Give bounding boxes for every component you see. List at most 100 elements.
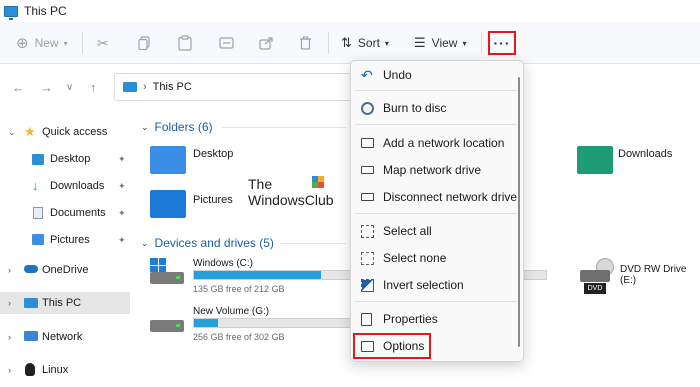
- sidebar-item-label: This PC: [42, 297, 82, 309]
- toolbar-divider: [328, 32, 329, 54]
- sidebar-item-label: Linux: [42, 364, 69, 376]
- view-button[interactable]: ☰ View ▾: [414, 33, 466, 53]
- pin-icon: ✦: [118, 180, 126, 191]
- menu-item-select-none[interactable]: Select none: [351, 246, 521, 270]
- menu-item-map-network-drive[interactable]: Map network drive: [351, 158, 521, 182]
- sidebar-item-onedrive[interactable]: › OneDrive: [0, 259, 130, 281]
- command-bar: ⊕ New ▾ ✂ ⇅ Sort ▾ ☰ View ▾ ···: [0, 22, 700, 64]
- download-arrow-icon: ↓: [32, 178, 39, 193]
- group-divider: [222, 127, 346, 128]
- clipboard-icon: [178, 35, 192, 51]
- sidebar-item-this-pc[interactable]: › This PC: [0, 292, 130, 314]
- menu-item-select-all[interactable]: Select all: [351, 219, 521, 243]
- group-divider: [280, 243, 346, 244]
- drive-label: DVD RW Drive (E:): [620, 264, 687, 286]
- back-arrow-icon[interactable]: ←: [12, 80, 25, 95]
- pictures-icon: [32, 234, 44, 245]
- chevron-right-icon[interactable]: ›: [8, 298, 11, 308]
- sidebar-item-quick-access[interactable]: ⌄ ★ Quick access: [0, 121, 130, 143]
- sidebar-item-label: Desktop: [50, 153, 91, 165]
- chevron-down-icon[interactable]: ⌄: [8, 127, 16, 138]
- delete-button[interactable]: [299, 33, 312, 53]
- sidebar-item-pictures[interactable]: Pictures ✦: [0, 229, 130, 251]
- menu-item-label: Map network drive: [383, 163, 482, 177]
- cut-button[interactable]: ✂: [97, 33, 109, 53]
- menu-item-label: Disconnect network drive: [383, 190, 518, 204]
- share-button[interactable]: [259, 33, 274, 53]
- folder-label: Downloads: [618, 148, 673, 160]
- menu-scrollbar[interactable]: [518, 77, 520, 347]
- menu-separator: [355, 124, 517, 125]
- sidebar-item-linux[interactable]: › Linux: [0, 359, 130, 381]
- invert-selection-icon: [361, 279, 374, 292]
- address-bar[interactable]: › This PC: [114, 73, 354, 101]
- navigation-pane: ⌄ ★ Quick access Desktop ✦ ↓ Downloads ✦…: [0, 110, 134, 387]
- sidebar-item-label: OneDrive: [42, 264, 89, 276]
- drive-usage-fill: [194, 319, 218, 327]
- recent-chevron-icon[interactable]: ∨: [66, 82, 73, 93]
- network-drive-icon: [361, 166, 374, 174]
- drive-label: New Volume (G:): [193, 306, 270, 317]
- drive-label: Windows (C:): [193, 258, 254, 269]
- drive-usage-fill: [194, 271, 321, 279]
- desktop-folder-icon: [150, 146, 186, 174]
- up-arrow-icon[interactable]: ↑: [90, 80, 97, 95]
- plus-icon: ⊕: [16, 35, 29, 52]
- toolbar-divider: [481, 32, 482, 54]
- sidebar-item-label: Downloads: [50, 180, 105, 192]
- sort-button[interactable]: ⇅ Sort ▾: [341, 33, 389, 53]
- chevron-right-icon[interactable]: ›: [8, 265, 11, 275]
- chevron-right-icon[interactable]: ›: [8, 332, 11, 342]
- sidebar-item-desktop[interactable]: Desktop ✦: [0, 148, 130, 170]
- trash-icon: [300, 36, 311, 50]
- menu-item-properties[interactable]: Properties: [351, 307, 521, 331]
- rename-button[interactable]: [219, 33, 234, 53]
- menu-item-invert-selection[interactable]: Invert selection: [351, 273, 521, 297]
- penguin-icon: [25, 363, 35, 376]
- sidebar-item-downloads[interactable]: ↓ Downloads ✦: [0, 175, 130, 197]
- downloads-folder-icon: [577, 146, 613, 174]
- chevron-right-icon[interactable]: ›: [8, 365, 11, 375]
- menu-separator: [355, 213, 517, 214]
- pin-icon: ✦: [118, 153, 126, 164]
- more-dots-icon: ···: [493, 35, 511, 51]
- chevron-down-icon: ⌄: [141, 121, 149, 132]
- sidebar-item-network[interactable]: › Network: [0, 326, 130, 348]
- pictures-folder-icon: [150, 190, 186, 218]
- menu-item-label: Properties: [383, 312, 438, 326]
- menu-item-label: Invert selection: [383, 278, 464, 292]
- pin-icon: ✦: [118, 207, 126, 218]
- chevron-down-icon: ⌄: [141, 237, 149, 248]
- sidebar-item-label: Quick access: [42, 126, 108, 138]
- menu-separator: [355, 301, 517, 302]
- breadcrumb-chevron-icon: ›: [143, 81, 147, 93]
- this-pc-icon: [4, 5, 18, 20]
- drives-group-header[interactable]: ⌄ Devices and drives (5): [141, 236, 274, 250]
- menu-item-label: Add a network location: [383, 136, 505, 150]
- window-title: This PC: [24, 4, 67, 18]
- folders-header-label: Folders (6): [154, 120, 213, 134]
- drive-usage-bar: [193, 318, 353, 328]
- dvd-badge: DVD: [584, 283, 606, 294]
- menu-item-disconnect-network-drive[interactable]: Disconnect network drive: [351, 185, 521, 209]
- sidebar-item-label: Network: [42, 331, 83, 343]
- sidebar-item-documents[interactable]: Documents ✦: [0, 202, 130, 224]
- copy-button[interactable]: [138, 33, 152, 53]
- view-button-label: View: [431, 36, 458, 50]
- menu-item-burn-to-disc[interactable]: Burn to disc: [351, 96, 521, 120]
- see-more-button[interactable]: ···: [488, 31, 516, 55]
- scissors-icon: ✂: [97, 34, 109, 51]
- new-button[interactable]: ⊕ New ▾: [16, 33, 68, 53]
- menu-item-undo[interactable]: ↶ Undo: [351, 63, 521, 87]
- chevron-down-icon: ▾: [462, 38, 467, 48]
- star-icon: ★: [24, 124, 36, 139]
- toolbar-divider: [82, 32, 83, 54]
- paste-button[interactable]: [178, 33, 192, 53]
- folders-group-header[interactable]: ⌄ Folders (6): [141, 120, 213, 134]
- breadcrumb-this-pc[interactable]: This PC: [153, 81, 192, 93]
- folder-label: Pictures: [193, 194, 233, 206]
- menu-item-label: Select all: [383, 224, 432, 238]
- forward-arrow-icon[interactable]: →: [40, 80, 53, 95]
- menu-item-add-network-location[interactable]: Add a network location: [351, 131, 521, 155]
- disconnect-drive-icon: [361, 193, 374, 201]
